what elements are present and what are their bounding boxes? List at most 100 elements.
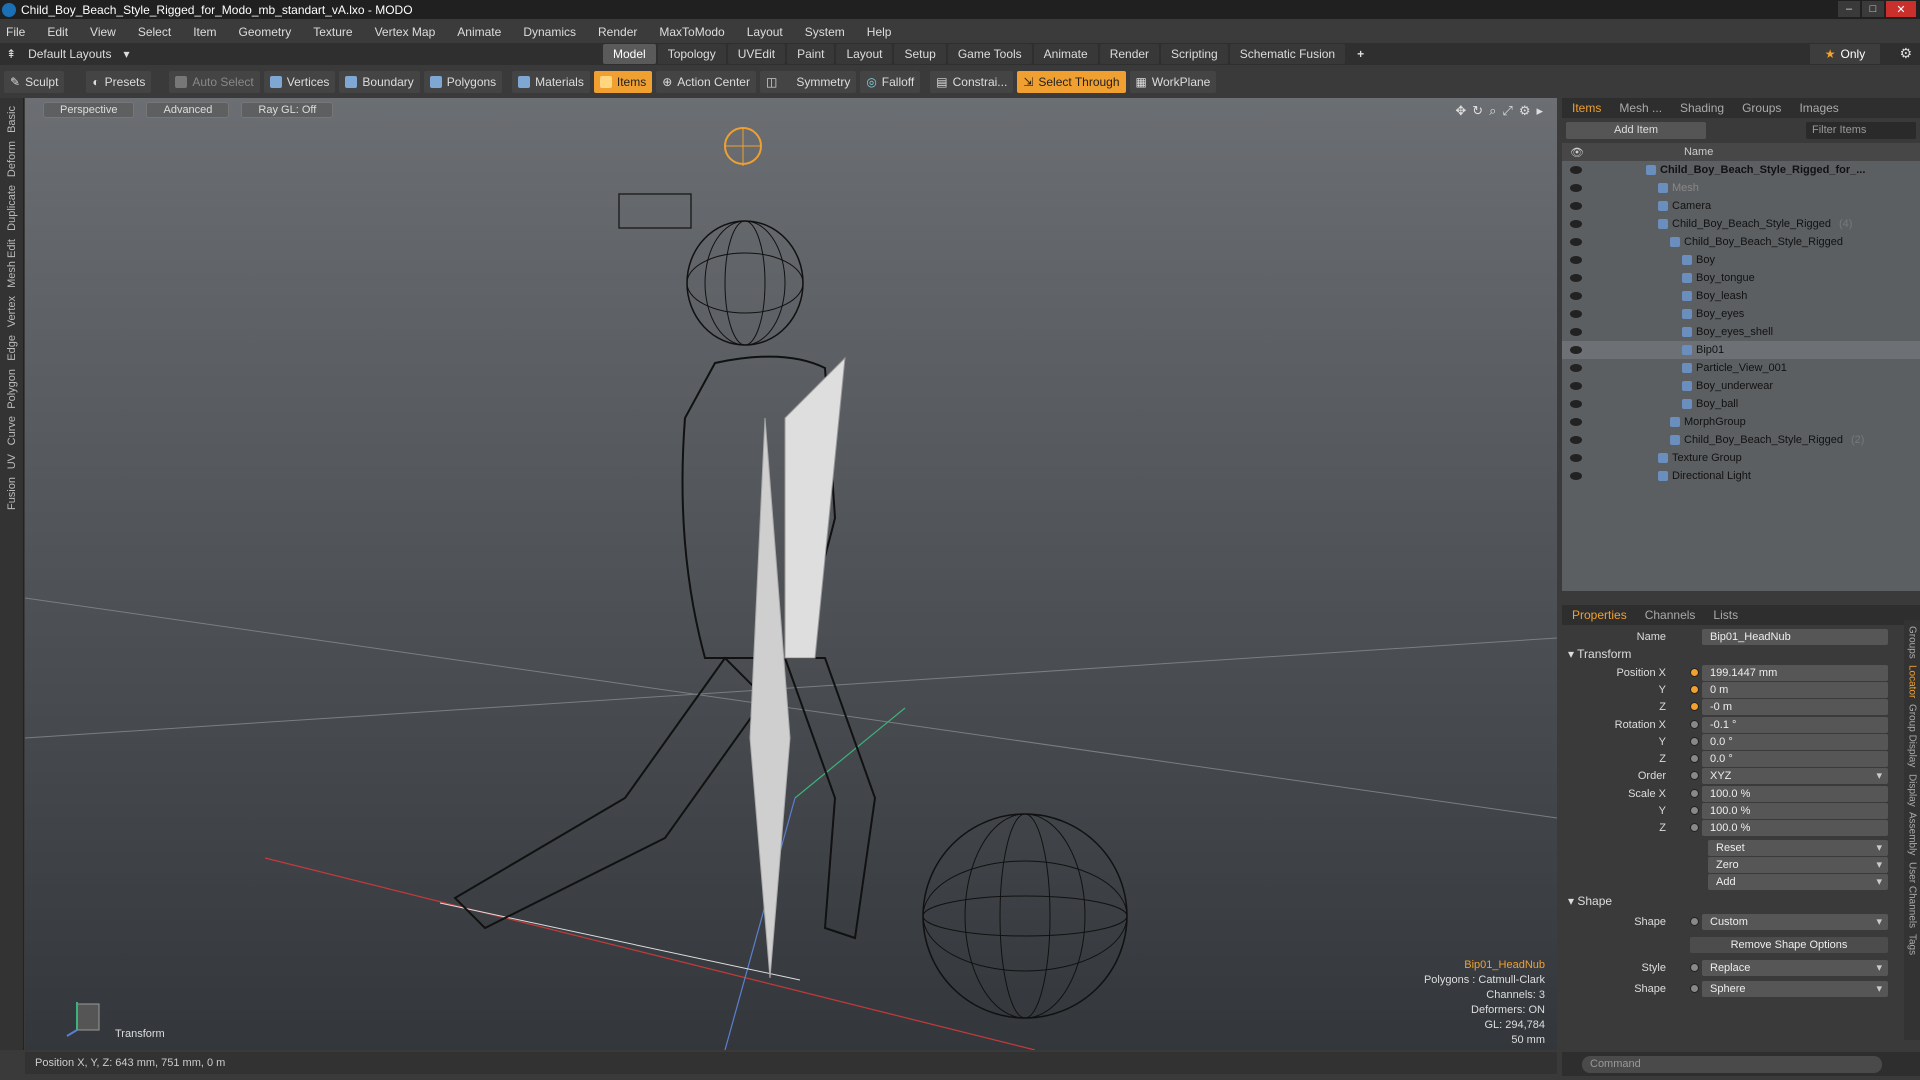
name-column-header[interactable]: Name [1684,146,1713,158]
position-y-field[interactable]: 0 m [1702,681,1888,698]
side-tab-display[interactable]: Display [1907,774,1918,807]
tab-uvedit[interactable]: UVEdit [727,44,786,64]
menu-animate[interactable]: Animate [457,25,501,39]
anim-dot-icon[interactable] [1690,789,1699,798]
tree-row[interactable]: Boy_ball [1562,395,1920,413]
visibility-eye-icon[interactable] [1570,400,1582,408]
tab-shading[interactable]: Shading [1680,101,1724,115]
only-toggle[interactable]: ★ Only [1810,44,1880,64]
auto-select-button[interactable]: Auto Select [169,71,260,93]
shape-section[interactable]: ▾ Shape [1568,894,1612,908]
pan-icon[interactable]: ✥ [1455,103,1466,119]
maximize-button[interactable]: □ [1862,1,1884,17]
tab-curve[interactable]: Curve [6,416,18,445]
presets-button[interactable]: ◐ Presets [86,71,152,93]
tree-row[interactable]: Boy [1562,251,1920,269]
tab-mesh-edit[interactable]: Mesh Edit [6,239,18,288]
anim-dot-icon[interactable] [1690,685,1699,694]
tree-row[interactable]: MorphGroup [1562,413,1920,431]
tree-row[interactable]: Directional Light [1562,467,1920,485]
menu-maxtomodo[interactable]: MaxToModo [659,25,724,39]
visibility-eye-icon[interactable] [1570,256,1582,264]
transform-section[interactable]: ▾ Transform [1568,647,1631,661]
shape2-dropdown[interactable]: Sphere [1702,980,1888,997]
tree-row[interactable]: Boy_eyes [1562,305,1920,323]
visibility-eye-icon[interactable] [1570,364,1582,372]
filter-items-input[interactable]: Filter Items [1806,121,1916,139]
tree-row[interactable]: Boy_tongue [1562,269,1920,287]
gear-icon[interactable]: ⚙ [1899,45,1912,62]
tree-row[interactable]: Child_Boy_Beach_Style_Rigged (4) [1562,215,1920,233]
zoom-icon[interactable]: ⌕ [1489,103,1496,119]
add-item-button[interactable]: Add Item [1566,121,1706,139]
tab-groups[interactable]: Groups [1742,101,1781,115]
tab-fusion[interactable]: Fusion [6,477,18,510]
anim-dot-icon[interactable] [1690,754,1699,763]
menu-help[interactable]: Help [867,25,892,39]
reset-dropdown[interactable]: Reset [1708,839,1888,856]
tab-items[interactable]: Items [1572,101,1601,115]
rotation-z-field[interactable]: 0.0 ° [1702,750,1888,767]
layout-selector[interactable]: ⇞ Default Layouts ▾ [6,47,129,61]
scale-x-field[interactable]: 100.0 % [1702,785,1888,802]
tree-row[interactable]: Bip01 [1562,341,1920,359]
viewport-settings-icon[interactable]: ⚙ [1519,103,1531,119]
falloff-button[interactable]: ◎ Falloff [860,71,921,93]
menu-system[interactable]: System [805,25,845,39]
tab-setup[interactable]: Setup [894,44,946,64]
tab-vertex[interactable]: Vertex [6,296,18,327]
tab-schematic-fusion[interactable]: Schematic Fusion [1229,44,1346,64]
tab-mesh[interactable]: Mesh ... [1619,101,1662,115]
anim-dot-icon[interactable] [1690,771,1699,780]
tree-row[interactable]: Particle_View_001 [1562,359,1920,377]
menu-dynamics[interactable]: Dynamics [523,25,576,39]
tree-row[interactable]: Texture Group [1562,449,1920,467]
constrain-button[interactable]: ▤ Constrai... [930,71,1014,93]
items-button[interactable]: Items [593,71,653,93]
anim-dot-icon[interactable] [1690,720,1699,729]
fit-icon[interactable]: ⤢ [1502,103,1512,119]
style-dropdown[interactable]: Replace [1702,959,1888,976]
tab-deform[interactable]: Deform [6,141,18,177]
remove-shape-button[interactable]: Remove Shape Options [1690,936,1888,953]
rotation-x-field[interactable]: -0.1 ° [1702,716,1888,733]
anim-dot-icon[interactable] [1690,984,1699,993]
close-button[interactable]: ✕ [1886,1,1916,17]
tab-channels[interactable]: Channels [1645,608,1696,622]
boundary-button[interactable]: Boundary [339,71,420,93]
zero-dropdown[interactable]: Zero [1708,856,1888,873]
tree-row[interactable]: Boy_underwear [1562,377,1920,395]
visibility-eye-icon[interactable] [1570,382,1582,390]
side-tab-groups[interactable]: Groups [1907,626,1918,659]
visibility-eye-icon[interactable] [1570,292,1582,300]
anim-dot-icon[interactable] [1690,917,1699,926]
perspective-button[interactable]: Perspective [43,102,135,118]
visibility-eye-icon[interactable] [1570,346,1582,354]
tree-row[interactable]: Boy_leash [1562,287,1920,305]
tab-animate[interactable]: Animate [1033,44,1098,64]
vertices-button[interactable]: Vertices [263,71,336,93]
tree-row[interactable]: Mesh [1562,179,1920,197]
tab-render[interactable]: Render [1099,44,1160,64]
add-tab-icon[interactable]: + [1347,44,1374,64]
sculpt-button[interactable]: ✎ Sculpt [4,71,65,93]
visibility-eye-icon[interactable] [1570,328,1582,336]
position-x-field[interactable]: 199.1447 mm [1702,664,1888,681]
menu-vertex-map[interactable]: Vertex Map [375,25,436,39]
tree-row[interactable]: Child_Boy_Beach_Style_Rigged_for_... [1562,161,1920,179]
tab-scripting[interactable]: Scripting [1161,44,1228,64]
visibility-eye-icon[interactable] [1570,202,1582,210]
anim-dot-icon[interactable] [1690,806,1699,815]
visibility-eye-icon[interactable] [1570,454,1582,462]
tab-uv[interactable]: UV [6,454,18,469]
advanced-button[interactable]: Advanced [146,102,230,118]
tab-polygon[interactable]: Polygon [6,369,18,409]
tree-row[interactable]: Child_Boy_Beach_Style_Rigged [1562,233,1920,251]
menu-geometry[interactable]: Geometry [239,25,292,39]
viewport-arrow-icon[interactable]: ▸ [1536,103,1543,119]
add-dropdown[interactable]: Add [1708,873,1888,890]
rotation-y-field[interactable]: 0.0 ° [1702,733,1888,750]
3d-viewport[interactable]: Perspective Advanced Ray GL: Off ✥ ↻ ⌕ ⤢… [25,98,1557,1050]
anim-dot-icon[interactable] [1690,668,1699,677]
side-tab-group-display[interactable]: Group Display [1907,704,1918,767]
